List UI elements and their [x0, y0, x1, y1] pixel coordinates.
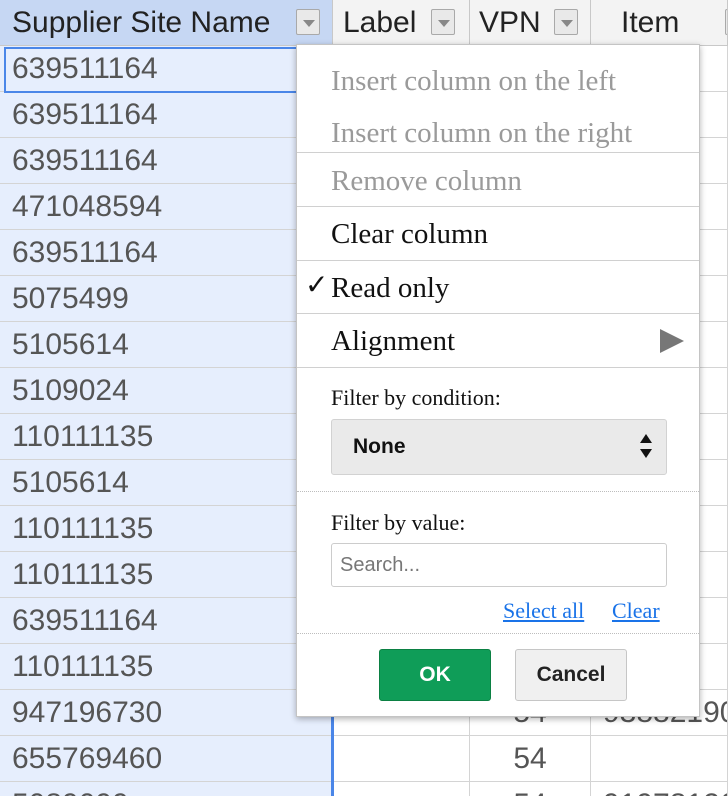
cancel-button[interactable]: Cancel — [515, 649, 627, 701]
cell-item[interactable] — [591, 736, 728, 782]
menu-item-remove-column[interactable]: Remove column — [297, 155, 699, 207]
value-search-input[interactable] — [331, 543, 667, 587]
cell-supplier-site-name[interactable]: 655769460 — [0, 736, 333, 782]
submenu-arrow-icon — [660, 329, 684, 353]
cell-supplier-site-name[interactable]: 110111135 — [0, 552, 333, 598]
menu-item-read-only-label: Read only — [331, 272, 450, 304]
clear-link[interactable]: Clear — [612, 598, 660, 624]
cell-supplier-site-name[interactable]: 5105614 — [0, 460, 333, 506]
condition-select-value: None — [353, 435, 406, 458]
condition-select[interactable]: None — [331, 419, 667, 475]
column-header-vpn[interactable]: VPN — [470, 0, 591, 46]
column-header-supplier-site-name[interactable]: Supplier Site Name — [0, 0, 333, 46]
cell-supplier-site-name[interactable]: 110111135 — [0, 644, 333, 690]
cell-supplier-site-name[interactable]: 639511164 — [0, 598, 333, 644]
cell-vpn[interactable]: 54 — [470, 736, 591, 782]
menu-item-insert-left[interactable]: Insert column on the left — [297, 55, 699, 107]
column-header-label: Label — [343, 6, 417, 39]
cell-supplier-site-name[interactable]: 639511164 — [0, 138, 333, 184]
menu-separator — [297, 367, 699, 368]
menu-dotted-separator — [297, 491, 699, 492]
filter-dropdown-icon[interactable] — [296, 9, 320, 35]
cell-supplier-site-name[interactable]: 639511164 — [0, 46, 333, 92]
column-header-item[interactable]: Item — [591, 0, 728, 46]
cell-supplier-site-name[interactable]: 110111135 — [0, 506, 333, 552]
menu-item-clear-column[interactable]: Clear column — [297, 208, 699, 260]
cell-vpn[interactable]: 54 — [470, 782, 591, 796]
column-header-label: VPN — [479, 6, 541, 39]
cell-supplier-site-name[interactable]: 5105614 — [0, 322, 333, 368]
menu-separator — [297, 152, 699, 153]
menu-separator — [297, 313, 699, 314]
check-icon: ✓ — [305, 270, 329, 301]
cell-supplier-site-name[interactable]: 471048594 — [0, 184, 333, 230]
cell-supplier-site-name[interactable]: 639511164 — [0, 230, 333, 276]
column-header-label: Item — [621, 6, 680, 39]
cell-label[interactable] — [333, 782, 470, 796]
column-header-label: Supplier Site Name — [12, 6, 271, 39]
column-context-menu: Insert column on the left Insert column … — [296, 44, 700, 717]
cell-supplier-site-name[interactable]: 5109024 — [0, 368, 333, 414]
menu-separator — [297, 206, 699, 207]
cell-supplier-site-name[interactable]: 5075499 — [0, 276, 333, 322]
menu-separator — [297, 260, 699, 261]
menu-dotted-separator — [297, 633, 699, 634]
cell-label[interactable] — [333, 736, 470, 782]
filter-dropdown-icon[interactable] — [431, 9, 455, 35]
filter-by-value-label: Filter by value: — [331, 510, 466, 535]
ok-button[interactable]: OK — [379, 649, 491, 701]
cell-item[interactable]: 91978126 — [591, 782, 728, 796]
menu-item-read-only[interactable]: ✓ Read only — [297, 262, 699, 314]
filter-by-condition-label: Filter by condition: — [331, 385, 501, 410]
select-all-link[interactable]: Select all — [503, 598, 584, 624]
cell-supplier-site-name[interactable]: 639511164 — [0, 92, 333, 138]
filter-dropdown-icon[interactable] — [554, 9, 578, 35]
cell-supplier-site-name[interactable]: 5089099 — [0, 782, 333, 796]
column-header-label-col[interactable]: Label — [333, 0, 470, 46]
cell-supplier-site-name[interactable]: 110111135 — [0, 414, 333, 460]
cell-supplier-site-name[interactable]: 947196730 — [0, 690, 333, 736]
menu-item-alignment-label: Alignment — [331, 325, 456, 357]
updown-arrows-icon — [640, 434, 652, 462]
menu-item-alignment[interactable]: Alignment — [297, 315, 699, 367]
